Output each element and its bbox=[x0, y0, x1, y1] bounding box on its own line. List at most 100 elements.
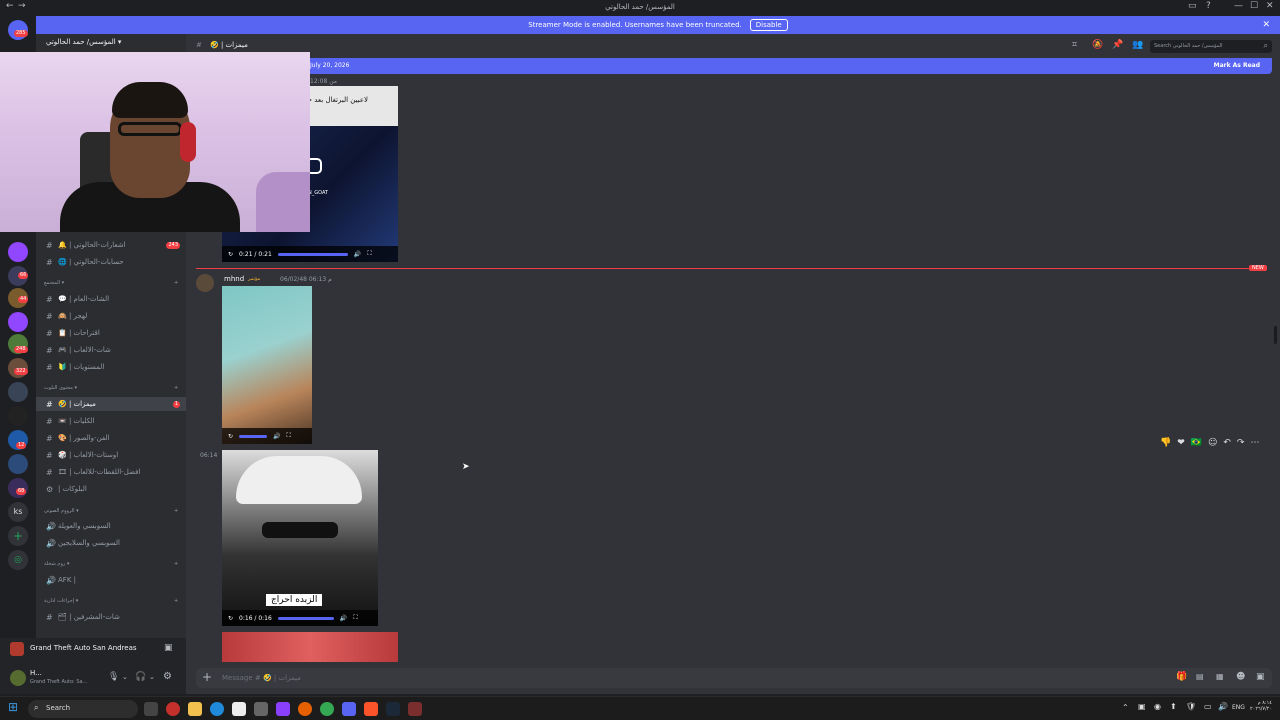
tray-icon[interactable]: ⬆ bbox=[1170, 702, 1177, 711]
tray-icon[interactable]: ◉ bbox=[1154, 702, 1161, 711]
fullscreen-icon[interactable]: ⛶ bbox=[353, 614, 357, 622]
add-channel-icon[interactable]: + bbox=[174, 385, 178, 391]
voice-channel[interactable]: 🔊 السوبسي والسلايجين bbox=[36, 536, 186, 550]
edge-icon[interactable] bbox=[210, 702, 224, 716]
apps-icon[interactable]: ▣ bbox=[1256, 672, 1265, 682]
camera-icon[interactable] bbox=[254, 702, 268, 716]
task-view-icon[interactable] bbox=[144, 702, 158, 716]
chevron-down-icon[interactable]: ⌄ bbox=[149, 673, 155, 681]
server-icon[interactable] bbox=[8, 406, 28, 426]
clock[interactable]: ٨:١٤ م ٢٠٢٦/٧/٢٠ bbox=[1250, 700, 1272, 712]
volume-icon[interactable]: 🔊 bbox=[273, 433, 280, 440]
video-attachment[interactable]: ↻ 🔊 ⛶ bbox=[222, 286, 312, 444]
game-icon[interactable] bbox=[408, 702, 422, 716]
network-icon[interactable]: ▭ bbox=[1204, 702, 1212, 711]
mark-as-read-button[interactable]: Mark As Read bbox=[1214, 62, 1260, 69]
add-channel-icon[interactable]: + bbox=[174, 561, 178, 567]
microphone-icon[interactable]: 🎙 bbox=[108, 672, 119, 682]
channel-item[interactable]: # 🎮 | شات-الالعاب bbox=[36, 343, 186, 357]
app-icon[interactable] bbox=[276, 702, 290, 716]
pin-icon[interactable]: 📌 bbox=[1112, 40, 1123, 50]
volume-icon[interactable]: 🔊 bbox=[354, 251, 361, 258]
search-input[interactable]: Search المؤسس/ حمد الحالوتي ⌕ bbox=[1150, 40, 1272, 53]
add-channel-icon[interactable]: + bbox=[174, 598, 178, 604]
headphones-icon[interactable]: 🎧 bbox=[135, 672, 146, 682]
minimize-button[interactable]: — bbox=[1234, 1, 1243, 11]
video-attachment[interactable] bbox=[222, 632, 398, 662]
volume-icon[interactable]: 🔊 bbox=[1218, 702, 1228, 711]
gif-icon[interactable]: ▤ bbox=[1196, 672, 1204, 681]
add-channel-icon[interactable]: + bbox=[174, 280, 178, 286]
firefox-icon[interactable] bbox=[298, 702, 312, 716]
server-icon[interactable] bbox=[8, 382, 28, 402]
category-header[interactable]: إجراءات ادارية ▾ + bbox=[44, 598, 178, 604]
language-indicator[interactable]: ENG bbox=[1232, 704, 1245, 711]
sticker-icon[interactable]: ▦ bbox=[1216, 672, 1224, 681]
reaction-icon[interactable]: 🇧🇷 bbox=[1191, 438, 1202, 448]
video-progress[interactable] bbox=[277, 616, 334, 620]
chevron-up-icon[interactable]: ⌃ bbox=[1122, 703, 1129, 712]
channel-item[interactable]: # 🔔 | اشعارات-الحالوتي 243 bbox=[36, 238, 186, 252]
new-messages-bar[interactable]: July 20, 2026 Mark As Read bbox=[300, 58, 1272, 74]
replay-icon[interactable]: ↻ bbox=[228, 615, 233, 622]
emoji-icon[interactable]: ☻ bbox=[1236, 672, 1245, 682]
forward-icon[interactable]: ↷ bbox=[1237, 438, 1245, 448]
channel-item[interactable]: # 🎲 | اوستات-الالعاب bbox=[36, 448, 186, 462]
channel-item[interactable]: # 🎨 | الفن-والصور bbox=[36, 431, 186, 445]
fullscreen-icon[interactable]: ⛶ bbox=[287, 432, 291, 440]
explore-servers-icon[interactable]: ◎ bbox=[8, 550, 28, 570]
channel-item[interactable]: # 📼 | الكليات bbox=[36, 414, 186, 428]
server-icon[interactable] bbox=[8, 242, 28, 262]
reaction-icon[interactable]: ❤ bbox=[1177, 438, 1185, 448]
add-server-icon[interactable]: + bbox=[8, 526, 28, 546]
fullscreen-icon[interactable]: ⛶ bbox=[367, 250, 371, 258]
brave-icon[interactable] bbox=[364, 702, 378, 716]
file-explorer-icon[interactable] bbox=[188, 702, 202, 716]
gift-icon[interactable]: 🎁 bbox=[1176, 672, 1187, 682]
voice-channel[interactable]: 🔊 السوبسي والعويلة bbox=[36, 519, 186, 533]
username[interactable]: H... bbox=[30, 669, 42, 677]
activity-icon[interactable]: ▣ bbox=[164, 643, 173, 653]
server-icon[interactable] bbox=[8, 312, 28, 332]
channel-item[interactable]: # 🙉 | لهجر bbox=[36, 309, 186, 323]
add-reaction-icon[interactable]: ☺ bbox=[1208, 438, 1217, 448]
bell-icon[interactable]: 🔕 bbox=[1092, 40, 1103, 50]
category-header[interactable]: روم شخلة ▾ + bbox=[44, 561, 178, 567]
channel-item[interactable]: # 📋 | اقتراحات bbox=[36, 326, 186, 340]
close-banner-icon[interactable]: ✕ bbox=[1262, 20, 1270, 30]
replay-icon[interactable]: ↻ bbox=[228, 433, 233, 440]
close-button[interactable]: ✕ bbox=[1266, 1, 1274, 11]
steam-icon[interactable] bbox=[386, 702, 400, 716]
volume-icon[interactable]: 🔊 bbox=[340, 615, 347, 622]
avatar[interactable] bbox=[196, 274, 214, 292]
message-input-placeholder[interactable]: Message # 🤣 | ميمزات bbox=[222, 674, 301, 682]
reaction-icon[interactable]: 👎 bbox=[1160, 438, 1171, 448]
category-header[interactable]: محتوى البلوت ▾ + bbox=[44, 385, 178, 391]
server-icon[interactable] bbox=[8, 454, 28, 474]
threads-icon[interactable]: ⌗ bbox=[1072, 40, 1077, 50]
disable-streamer-mode-button[interactable]: Disable bbox=[749, 19, 788, 31]
video-progress[interactable] bbox=[239, 434, 268, 438]
channel-item-active[interactable]: # 🤣 | ميمزات 1 bbox=[36, 397, 186, 411]
reply-icon[interactable]: ↶ bbox=[1223, 438, 1231, 448]
discord-icon[interactable] bbox=[342, 702, 356, 716]
category-header[interactable]: الرووم الصوتي ▾ + bbox=[44, 508, 178, 514]
channel-item[interactable]: # 🌐 | حسابات-الحالوتي bbox=[36, 255, 186, 269]
channel-item[interactable]: # 🗂 | شات-المشرفين bbox=[36, 610, 186, 624]
help-icon[interactable]: ? bbox=[1206, 1, 1211, 11]
gear-icon[interactable]: ⚙ bbox=[163, 671, 172, 682]
more-icon[interactable]: ⋯ bbox=[1250, 438, 1259, 448]
message-composer[interactable]: + Message # 🤣 | ميمزات 🎁 ▤ ▦ ☻ ▣ bbox=[196, 668, 1272, 688]
video-attachment[interactable]: الزبده احراج ↻ 0:16 / 0:16 🔊 ⛶ bbox=[222, 450, 378, 626]
tray-icon[interactable]: 🛡 bbox=[1186, 702, 1196, 711]
inbox-icon[interactable]: ▭ bbox=[1188, 1, 1197, 11]
message-author[interactable]: mhnd bbox=[224, 275, 244, 283]
tray-icon[interactable]: ▣ bbox=[1138, 702, 1146, 711]
chevron-down-icon[interactable]: ⌄ bbox=[122, 673, 128, 681]
replay-icon[interactable]: ↻ bbox=[228, 251, 233, 258]
server-header[interactable]: المؤسس/ حمد الحالوتي ▾ bbox=[36, 38, 186, 52]
channel-item[interactable]: # 🔰 | المستويات bbox=[36, 360, 186, 374]
server-ks[interactable]: ks bbox=[8, 502, 28, 522]
add-channel-icon[interactable]: + bbox=[174, 508, 178, 514]
voice-channel[interactable]: 🔊 AFK | bbox=[36, 573, 186, 587]
